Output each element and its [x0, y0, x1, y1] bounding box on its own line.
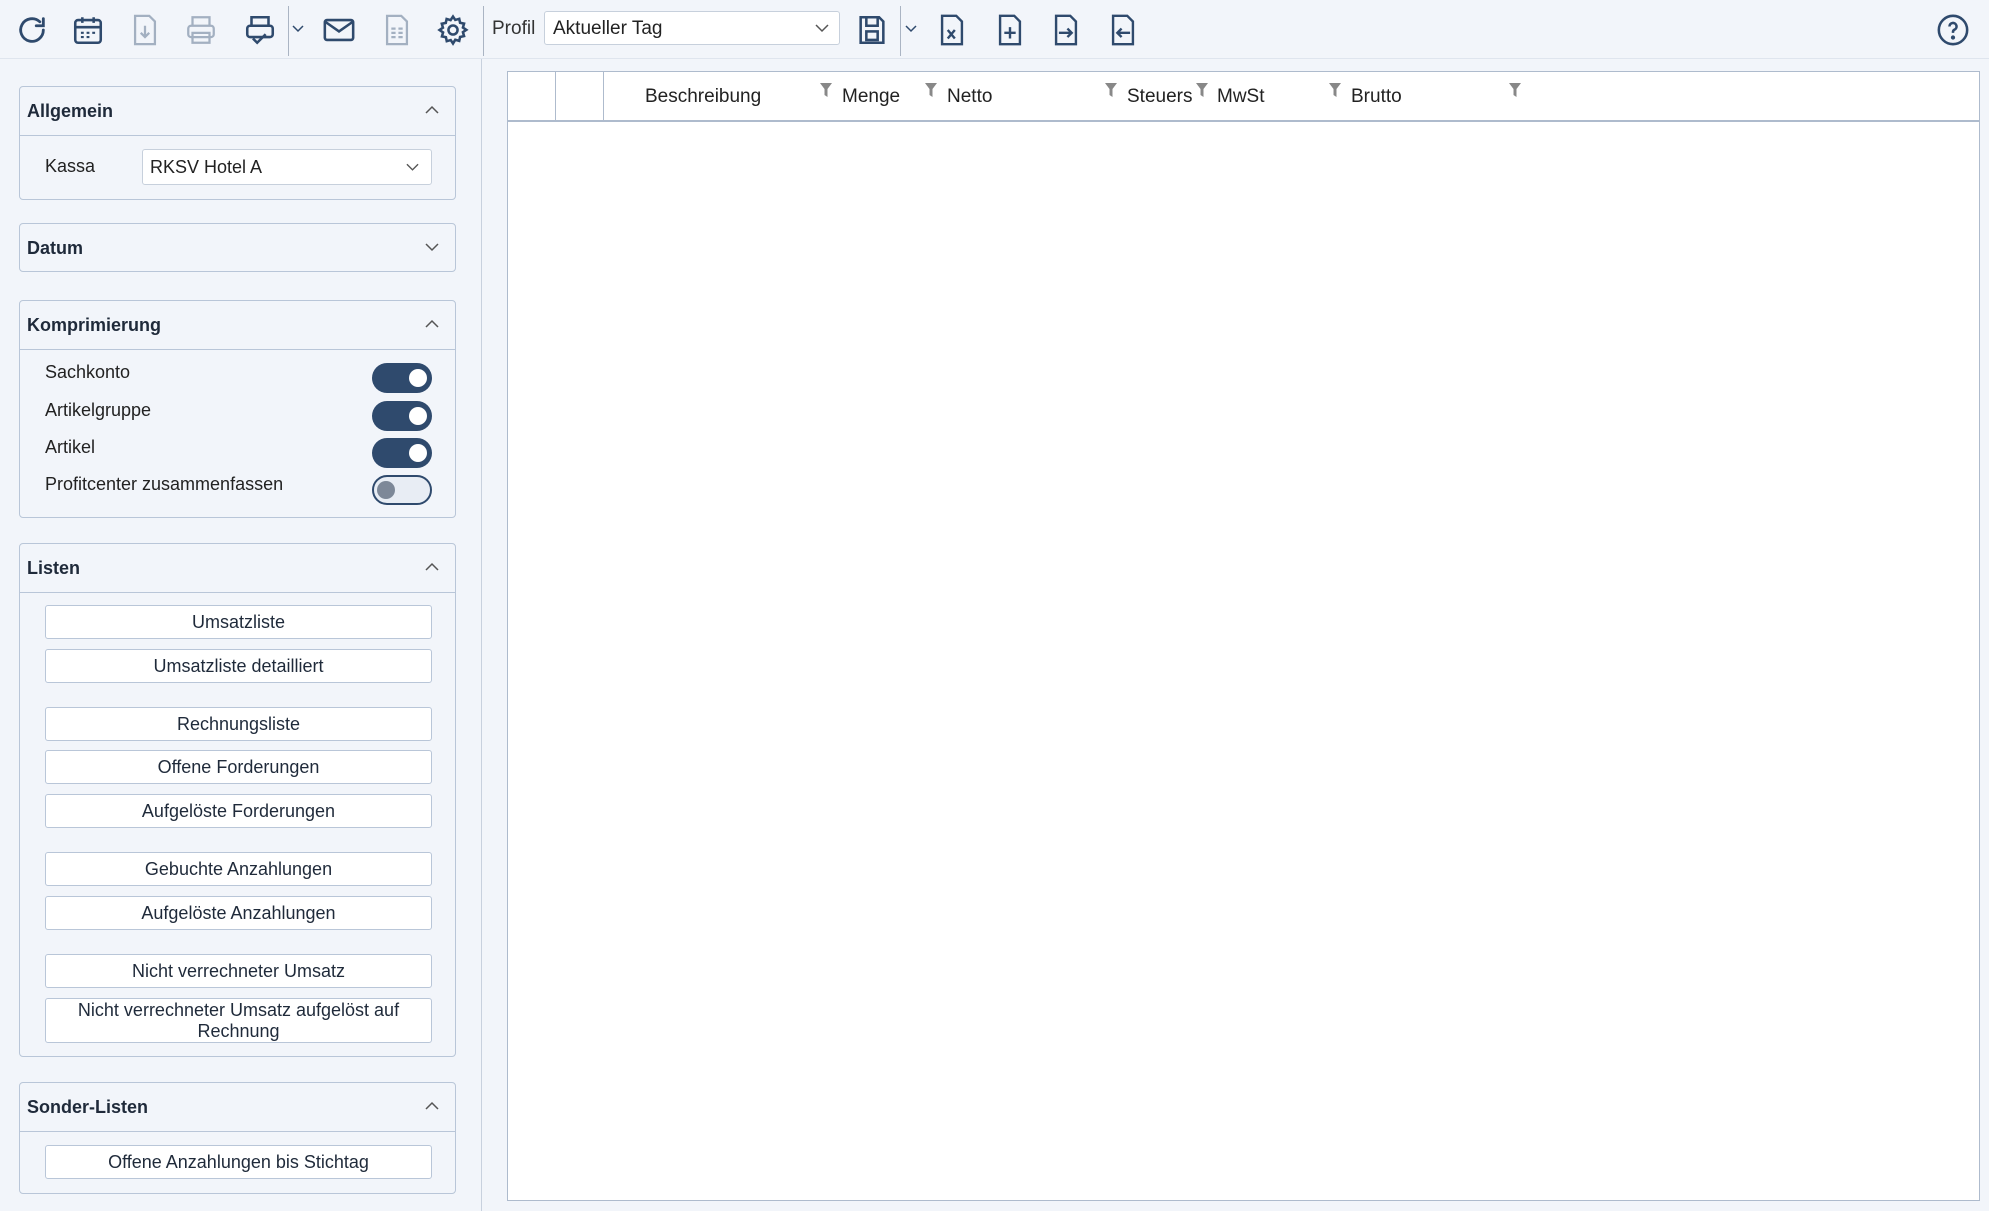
aufgeloeste-forderungen-button[interactable]: Aufgelöste Forderungen [45, 794, 432, 828]
aufgeloeste-anzahlungen-button[interactable]: Aufgelöste Anzahlungen [45, 896, 432, 930]
print-menu-icon[interactable] [240, 10, 280, 50]
chevron-up-icon[interactable] [425, 562, 439, 572]
download-document-icon[interactable] [125, 10, 165, 50]
toggle-label-artikelgruppe: Artikelgruppe [45, 400, 152, 420]
calendar-icon[interactable] [68, 10, 108, 50]
gebuchte-anzahlungen-button[interactable]: Gebuchte Anzahlungen [45, 852, 432, 886]
panel-komprimierung-header[interactable]: Komprimierung [20, 301, 455, 350]
kassa-label: Kassa [45, 156, 96, 176]
panel-title: Sonder-Listen [27, 1097, 149, 1117]
column-header-mwst[interactable]: MwSt [1217, 86, 1265, 108]
chevron-up-icon[interactable] [425, 319, 439, 329]
chevron-down-icon [815, 24, 829, 33]
filter-icon[interactable] [1195, 82, 1209, 99]
new-document-icon[interactable] [990, 10, 1030, 50]
help-icon[interactable] [1933, 10, 1973, 50]
column-header-menge[interactable]: Menge [842, 86, 900, 108]
filter-icon[interactable] [1328, 82, 1342, 99]
toggle-profitcenter[interactable] [372, 475, 432, 505]
toggle-sachkonto[interactable] [372, 363, 432, 393]
filter-icon[interactable] [819, 82, 833, 99]
umsatzliste-button[interactable]: Umsatzliste [45, 605, 432, 639]
toggle-knob [409, 444, 427, 462]
export-icon[interactable] [1103, 10, 1143, 50]
toolbar-divider [483, 6, 484, 56]
toolbar-divider [288, 6, 289, 56]
toolbar-divider [900, 6, 901, 56]
nicht-verrechneter-umsatz-rechnung-button[interactable]: Nicht verrechneter Umsatz aufgelöst auf … [45, 998, 432, 1043]
toggle-label-artikel: Artikel [45, 437, 96, 457]
toggle-label-sachkonto: Sachkonto [45, 362, 131, 382]
toggle-artikelgruppe[interactable] [372, 401, 432, 431]
chevron-up-icon[interactable] [425, 1101, 439, 1111]
filter-icon[interactable] [1104, 82, 1118, 99]
panel-datum-header[interactable]: Datum [20, 224, 455, 272]
panel-sonder-listen: Sonder-Listen Offene Anzahlungen bis Sti… [19, 1082, 456, 1194]
panel-allgemein-header[interactable]: Allgemein [20, 87, 455, 136]
profil-select-value: Aktueller Tag [553, 18, 663, 39]
panel-title: Komprimierung [27, 315, 162, 335]
grid-header: Beschreibung Menge Netto Steuers MwSt Br… [508, 72, 1979, 122]
toggle-knob [377, 481, 395, 499]
panel-title: Allgemein [27, 101, 114, 121]
panel-datum: Datum [19, 223, 456, 272]
save-icon[interactable] [852, 10, 892, 50]
toggle-knob [409, 407, 427, 425]
kassa-select-value: RKSV Hotel A [150, 157, 263, 177]
panel-listen: Listen Umsatzliste Umsatzliste detaillie… [19, 543, 456, 1057]
printer-icon[interactable] [181, 10, 221, 50]
export-excel-icon[interactable] [932, 10, 972, 50]
toolbar: Profil Aktueller Tag [0, 0, 1989, 59]
report-document-icon[interactable] [377, 10, 417, 50]
grid-body [508, 122, 1979, 1200]
chevron-down-icon [406, 163, 419, 171]
filter-icon[interactable] [924, 82, 938, 99]
panel-sonder-listen-header[interactable]: Sonder-Listen [20, 1083, 455, 1132]
column-divider [555, 72, 556, 120]
toggle-label-profitcenter: Profitcenter zusammenfassen [45, 474, 284, 494]
column-header-steuers[interactable]: Steuers [1127, 86, 1192, 108]
column-header-brutto[interactable]: Brutto [1351, 86, 1402, 108]
kassa-select[interactable]: RKSV Hotel A [142, 149, 432, 185]
nicht-verrechneter-umsatz-button[interactable]: Nicht verrechneter Umsatz [45, 954, 432, 988]
toggle-artikel[interactable] [372, 438, 432, 468]
import-icon[interactable] [1046, 10, 1086, 50]
toggle-knob [409, 369, 427, 387]
rechnungsliste-button[interactable]: Rechnungsliste [45, 707, 432, 741]
chevron-up-icon[interactable] [425, 105, 439, 115]
save-dropdown-chevron-icon[interactable] [904, 18, 918, 40]
profil-label: Profil [492, 18, 536, 39]
gear-icon[interactable] [433, 10, 473, 50]
panel-title: Datum [27, 238, 84, 258]
offene-anzahlungen-button[interactable]: Offene Anzahlungen bis Stichtag [45, 1145, 432, 1179]
offene-forderungen-button[interactable]: Offene Forderungen [45, 750, 432, 784]
refresh-icon[interactable] [12, 10, 52, 50]
panel-title: Listen [27, 558, 81, 578]
chevron-down-icon[interactable] [425, 242, 439, 252]
panel-komprimierung: Komprimierung Sachkonto Artikelgruppe Ar… [19, 300, 456, 518]
sidebar: Allgemein Kassa RKSV Hotel A Datum Kompr… [0, 59, 482, 1211]
panel-allgemein: Allgemein Kassa RKSV Hotel A [19, 86, 456, 200]
panel-listen-header[interactable]: Listen [20, 544, 455, 593]
mail-icon[interactable] [319, 10, 359, 50]
profil-select[interactable]: Aktueller Tag [544, 11, 840, 45]
column-header-beschreibung[interactable]: Beschreibung [645, 86, 761, 108]
column-header-netto[interactable]: Netto [947, 86, 992, 108]
filter-icon[interactable] [1508, 82, 1522, 99]
column-divider [603, 72, 604, 120]
print-dropdown-chevron-icon[interactable] [291, 18, 305, 40]
data-grid: Beschreibung Menge Netto Steuers MwSt Br… [507, 71, 1980, 1201]
umsatzliste-detailliert-button[interactable]: Umsatzliste detailliert [45, 649, 432, 683]
